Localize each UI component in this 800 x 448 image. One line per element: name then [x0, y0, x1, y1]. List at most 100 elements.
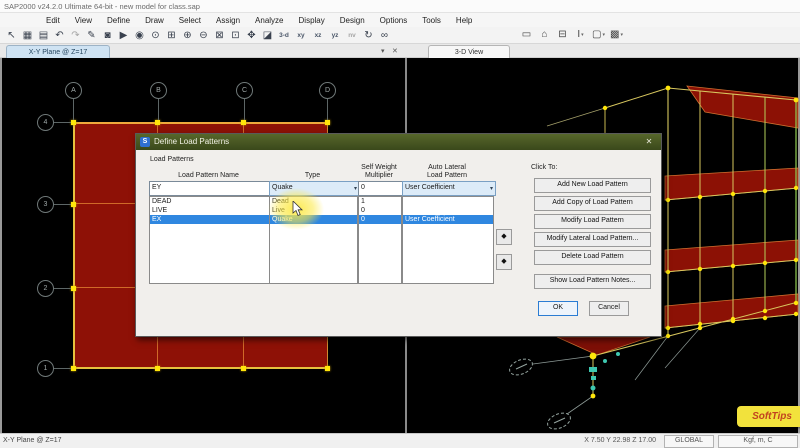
- solid-section-icon[interactable]: ▩ ▾: [610, 28, 623, 41]
- units-dropdown[interactable]: Kgf, m, C: [718, 435, 798, 448]
- tab-menu-icon[interactable]: ▾: [381, 47, 385, 55]
- joint-dot[interactable]: [241, 120, 246, 125]
- zoom-in-icon[interactable]: ⊕: [181, 29, 194, 42]
- list-item[interactable]: Live: [270, 206, 357, 215]
- draw-grid-icon[interactable]: ⊟: [556, 28, 569, 41]
- snap-line-icon[interactable]: ⊙: [149, 29, 162, 42]
- view-xy-button[interactable]: xy: [294, 29, 308, 42]
- pointer-icon[interactable]: ↖: [5, 29, 18, 42]
- view-yz-button[interactable]: yz: [328, 29, 342, 42]
- grid-bubble-d: D: [319, 82, 336, 99]
- joint-dot[interactable]: [71, 202, 76, 207]
- move-up-button[interactable]: ◆: [496, 229, 512, 245]
- status-coordinates: X 7.50 Y 22.98 Z 17.00: [584, 437, 656, 444]
- list-item[interactable]: 0: [359, 206, 401, 215]
- joint-dot[interactable]: [155, 366, 160, 371]
- add-new-load-pattern-button[interactable]: Add New Load Pattern: [534, 178, 651, 193]
- tab-3d-view[interactable]: 3-D View: [428, 45, 510, 59]
- menu-design[interactable]: Design: [339, 16, 366, 25]
- modify-load-pattern-button[interactable]: Modify Load Pattern: [534, 214, 651, 229]
- dialog-titlebar[interactable]: S Define Load Patterns ✕: [136, 134, 661, 150]
- menu-define[interactable]: Define: [106, 16, 131, 25]
- type-list[interactable]: Dead Live Quake: [269, 196, 358, 284]
- coordinate-system-dropdown[interactable]: GLOBAL: [664, 435, 714, 448]
- joint-dot[interactable]: [71, 286, 76, 291]
- list-item-selected[interactable]: User Coefficient: [403, 215, 493, 224]
- perspective-icon[interactable]: ◪: [261, 29, 274, 42]
- zoom-full-icon[interactable]: ⊠: [213, 29, 226, 42]
- pan-icon[interactable]: ✥: [245, 29, 258, 42]
- menu-display[interactable]: Display: [298, 16, 326, 25]
- rotate-view-icon[interactable]: ↻: [362, 29, 375, 42]
- show-options-icon[interactable]: ∞: [378, 29, 391, 42]
- grid-bubble-1: 1: [37, 360, 54, 377]
- menu-options[interactable]: Options: [379, 16, 409, 25]
- draw-frame-icon[interactable]: ▭: [520, 28, 533, 41]
- list-item[interactable]: DEAD: [150, 197, 269, 206]
- cancel-button[interactable]: Cancel: [589, 301, 629, 316]
- zoom-out-icon[interactable]: ⊖: [197, 29, 210, 42]
- delete-load-pattern-button[interactable]: Delete Load Pattern: [534, 250, 651, 265]
- draw-icon[interactable]: ✎: [85, 29, 98, 42]
- run-analysis-icon[interactable]: ▶: [117, 29, 130, 42]
- window-titlebar: SAP2000 v24.2.0 Ultimate 64-bit - new mo…: [0, 0, 800, 13]
- load-pattern-name-input[interactable]: EY: [149, 181, 272, 196]
- list-item-selected[interactable]: 0: [359, 215, 401, 224]
- list-item[interactable]: LIVE: [150, 206, 269, 215]
- lock-icon[interactable]: ◙: [101, 29, 114, 42]
- view-tab-row: X-Y Plane @ Z=17 ▾ ✕ 3-D View: [0, 44, 800, 59]
- joint-dot[interactable]: [325, 120, 330, 125]
- snap-point-icon[interactable]: ◉: [133, 29, 146, 42]
- define-load-patterns-dialog: S Define Load Patterns ✕ Load Patterns L…: [135, 133, 662, 337]
- modify-lateral-load-pattern-button[interactable]: Modify Lateral Load Pattern...: [534, 232, 651, 247]
- list-item[interactable]: [403, 197, 493, 206]
- joint-dot[interactable]: [155, 120, 160, 125]
- view-nv-button[interactable]: nv: [345, 29, 359, 42]
- menu-edit[interactable]: Edit: [45, 16, 61, 25]
- menu-assign[interactable]: Assign: [215, 16, 241, 25]
- list-item-selected[interactable]: Quake: [270, 215, 357, 224]
- menu-select[interactable]: Select: [178, 16, 202, 25]
- joint-dot[interactable]: [71, 366, 76, 371]
- joint-dot[interactable]: [71, 120, 76, 125]
- tab-close-icon[interactable]: ✕: [392, 47, 398, 55]
- menu-draw[interactable]: Draw: [144, 16, 165, 25]
- grid-connector-line: [53, 122, 71, 123]
- tab-xy-plane[interactable]: X-Y Plane @ Z=17: [6, 45, 110, 59]
- print-icon[interactable]: ▤: [37, 29, 50, 42]
- move-down-button[interactable]: ◆: [496, 254, 512, 270]
- zoom-window-icon[interactable]: ⊞: [165, 29, 178, 42]
- area-section-icon[interactable]: ▢ ▾: [592, 28, 605, 41]
- show-load-pattern-notes-button[interactable]: Show Load Pattern Notes...: [534, 274, 651, 289]
- menu-help[interactable]: Help: [455, 16, 473, 25]
- menu-bar: Edit View Define Draw Select Assign Anal…: [0, 13, 800, 27]
- view-3d-button[interactable]: 3-d: [277, 29, 291, 42]
- draw-quad-icon[interactable]: ⌂: [538, 28, 551, 41]
- joint-dot[interactable]: [241, 366, 246, 371]
- menu-view[interactable]: View: [74, 16, 93, 25]
- name-list[interactable]: DEAD LIVE EX: [149, 196, 270, 284]
- auto-lateral-list[interactable]: User Coefficient: [402, 196, 494, 284]
- list-item[interactable]: Dead: [270, 197, 357, 206]
- joint-dot[interactable]: [325, 366, 330, 371]
- frame-section-icon[interactable]: I ▾: [574, 28, 587, 41]
- menu-tools[interactable]: Tools: [421, 16, 442, 25]
- ok-button[interactable]: OK: [538, 301, 578, 316]
- dialog-title: Define Load Patterns: [154, 137, 230, 146]
- menu-analyze[interactable]: Analyze: [254, 16, 284, 25]
- list-item[interactable]: [403, 206, 493, 215]
- dialog-close-icon[interactable]: ✕: [642, 134, 656, 150]
- list-item-selected[interactable]: EX: [150, 215, 269, 224]
- redo-icon[interactable]: ↷: [69, 29, 82, 42]
- multiplier-list[interactable]: 1 0 0: [358, 196, 402, 284]
- view-xz-button[interactable]: xz: [311, 29, 325, 42]
- zoom-previous-icon[interactable]: ⊡: [229, 29, 242, 42]
- chevron-down-icon: ▾: [489, 186, 493, 192]
- load-type-combo[interactable]: Quake ▾: [269, 181, 360, 196]
- add-copy-of-load-pattern-button[interactable]: Add Copy of Load Pattern: [534, 196, 651, 211]
- save-icon[interactable]: ▦: [21, 29, 34, 42]
- self-weight-multiplier-input[interactable]: 0: [358, 181, 404, 196]
- list-item[interactable]: 1: [359, 197, 401, 206]
- auto-lateral-combo[interactable]: User Coefficient ▾: [402, 181, 496, 196]
- undo-icon[interactable]: ↶: [53, 29, 66, 42]
